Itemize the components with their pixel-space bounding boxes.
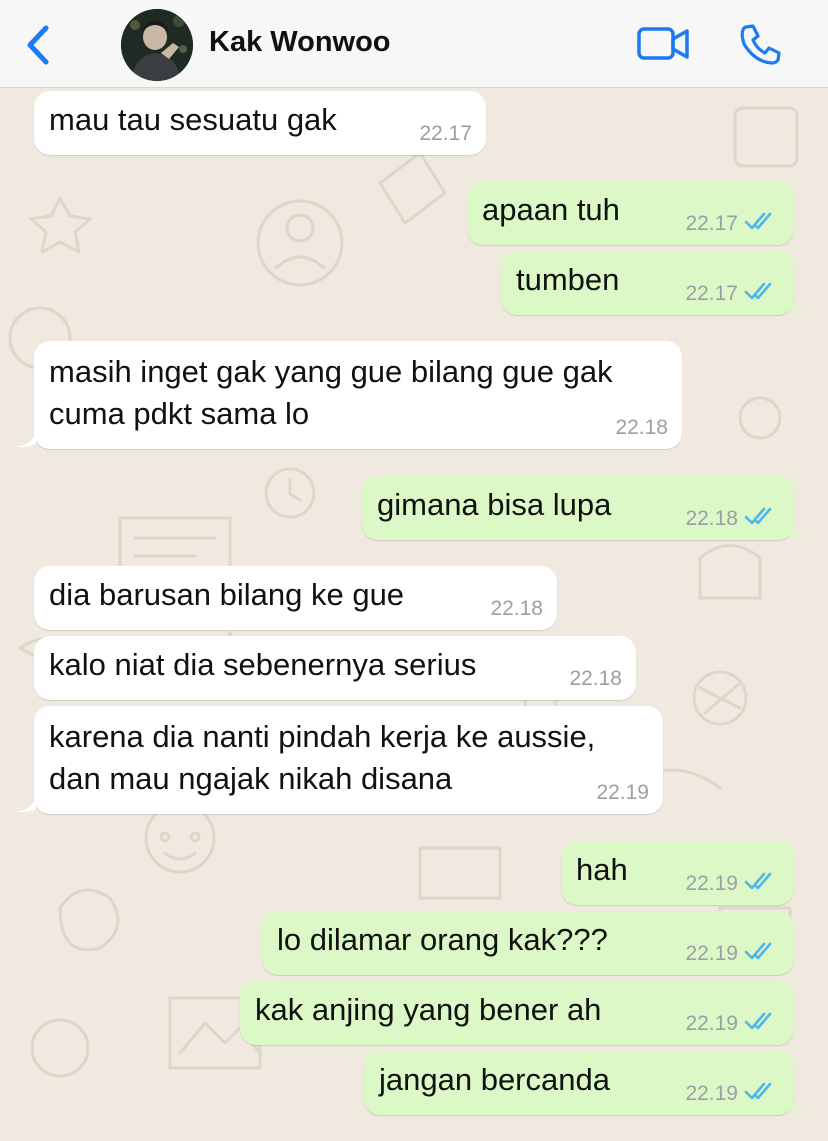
message-bubble-outgoing[interactable]: lo dilamar orang kak??? 22.19 xyxy=(262,911,794,975)
message-text: apaan tuh xyxy=(482,192,620,227)
voice-call-button[interactable] xyxy=(738,22,782,66)
video-call-button[interactable] xyxy=(636,24,692,64)
avatar-photo xyxy=(121,9,193,81)
message-time: 22.18 xyxy=(615,416,668,439)
message-bubble-incoming[interactable]: kalo niat dia sebenernya serius 22.18 xyxy=(34,636,636,700)
message-bubble-outgoing[interactable]: hah 22.19 xyxy=(561,841,794,905)
message-text: hah xyxy=(576,852,628,887)
contact-name[interactable]: Kak Wonwoo xyxy=(209,26,391,59)
message-time: 22.18 xyxy=(490,597,543,620)
message-bubble-incoming[interactable]: mau tau sesuatu gak 22.17 xyxy=(34,91,486,155)
message-text: jangan bercanda xyxy=(379,1062,610,1097)
bubble-tail xyxy=(16,795,36,813)
message-text: mau tau sesuatu gak xyxy=(49,102,337,137)
message-bubble-outgoing[interactable]: gimana bisa lupa 22.18 xyxy=(362,476,794,540)
double-check-read-icon xyxy=(744,1082,772,1100)
message-bubble-outgoing[interactable]: jangan bercanda 22.19 xyxy=(364,1051,794,1115)
chevron-left-icon xyxy=(27,25,49,65)
video-camera-icon xyxy=(637,27,689,60)
message-bubble-outgoing[interactable]: kak anjing yang bener ah 22.19 xyxy=(240,981,794,1045)
chat-header: Kak Wonwoo xyxy=(0,0,828,88)
contact-avatar[interactable] xyxy=(121,9,193,81)
message-time: 22.19 xyxy=(685,1012,738,1035)
bubble-tail xyxy=(788,1095,808,1113)
message-text: dia barusan bilang ke gue xyxy=(49,577,405,612)
bubble-tail xyxy=(16,430,36,448)
message-time: 22.18 xyxy=(685,507,738,530)
bubble-tail xyxy=(788,295,808,313)
back-button[interactable] xyxy=(18,20,58,70)
message-text: lo dilamar orang kak??? xyxy=(277,922,608,957)
double-check-read-icon xyxy=(744,872,772,890)
message-time: 22.18 xyxy=(569,667,622,690)
message-time: 22.17 xyxy=(685,282,738,305)
message-text: tumben xyxy=(516,262,620,297)
message-time: 22.19 xyxy=(685,1082,738,1105)
message-text: kalo niat dia sebenernya serius xyxy=(49,647,477,682)
double-check-read-icon xyxy=(744,942,772,960)
message-bubble-incoming[interactable]: masih inget gak yang gue bilang gue gak … xyxy=(34,341,682,449)
message-bubble-incoming[interactable]: dia barusan bilang ke gue 22.18 xyxy=(34,566,557,630)
message-time: 22.19 xyxy=(685,872,738,895)
message-bubble-outgoing[interactable]: tumben 22.17 xyxy=(501,251,794,315)
message-bubble-incoming[interactable]: karena dia nanti pindah kerja ke aussie,… xyxy=(34,706,663,814)
phone-icon xyxy=(740,24,781,65)
bubble-tail xyxy=(788,520,808,538)
message-time: 22.19 xyxy=(685,942,738,965)
message-text: karena dia nanti pindah kerja ke aussie,… xyxy=(49,719,596,796)
double-check-read-icon xyxy=(744,1012,772,1030)
message-time: 22.17 xyxy=(685,212,738,235)
message-text: kak anjing yang bener ah xyxy=(255,992,602,1027)
message-time: 22.17 xyxy=(419,122,472,145)
message-time: 22.19 xyxy=(596,781,649,804)
message-text: masih inget gak yang gue bilang gue gak … xyxy=(49,354,613,431)
double-check-read-icon xyxy=(744,212,772,230)
message-text: gimana bisa lupa xyxy=(377,487,612,522)
double-check-read-icon xyxy=(744,282,772,300)
message-bubble-outgoing[interactable]: apaan tuh 22.17 xyxy=(467,181,794,245)
double-check-read-icon xyxy=(744,507,772,525)
